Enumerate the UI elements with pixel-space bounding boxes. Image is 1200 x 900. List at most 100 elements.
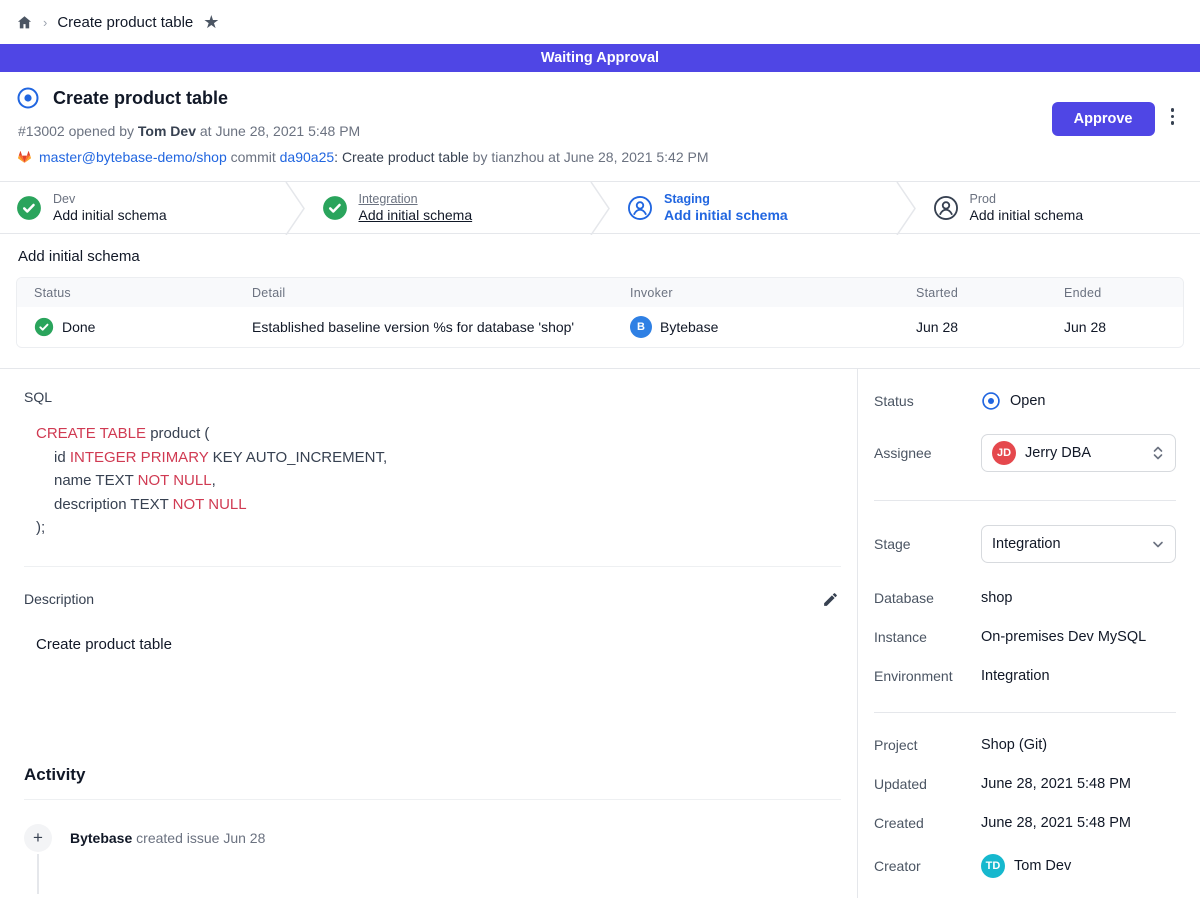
stage-label: Stage (874, 536, 981, 552)
sidebar-row-database: Database shop (874, 590, 1176, 606)
stage-separator (284, 182, 306, 235)
column-invoker: Invoker (613, 286, 899, 300)
issue-byline: #13002 opened by Tom Dev at June 28, 202… (18, 123, 709, 139)
project-label: Project (874, 737, 981, 753)
vcs-message: Create product table (342, 149, 469, 165)
stage-env-label: Prod (970, 192, 1084, 206)
avatar: JD (992, 441, 1016, 465)
vcs-repo-link[interactable]: master@bytebase-demo/shop (39, 149, 227, 165)
sidebar-row-environment: Environment Integration (874, 668, 1176, 684)
sidebar-row-assignee: Assignee JD Jerry DBA (874, 434, 1176, 472)
chevron-updown-icon (1151, 445, 1165, 461)
more-actions-icon[interactable] (1169, 102, 1177, 131)
sidebar-row-updated: Updated June 28, 2021 5:48 PM (874, 776, 1176, 792)
sql-code-block: CREATE TABLE product (id INTEGER PRIMARY… (36, 422, 841, 540)
person-circle-icon (933, 195, 959, 221)
database-value: shop (981, 590, 1012, 606)
check-circle-icon (34, 317, 54, 337)
task-started: Jun 28 (899, 319, 1047, 335)
column-ended: Ended (1047, 286, 1183, 300)
database-label: Database (874, 590, 981, 606)
stage-env-label[interactable]: Integration (359, 192, 473, 206)
issue-title: Create product table (53, 88, 228, 109)
instance-value: On-premises Dev MySQL (981, 629, 1146, 645)
status-label: Status (874, 393, 981, 409)
sidebar-row-creator: Creator TD Tom Dev (874, 854, 1176, 878)
star-icon[interactable]: ★ (203, 13, 219, 31)
activity-date: Jun 28 (223, 830, 265, 846)
activity-actor: Bytebase (70, 830, 132, 846)
stage-task-label: Add initial schema (664, 207, 788, 223)
vcs-commit-line: master@bytebase-demo/shop commit da90a25… (16, 148, 709, 165)
edit-pencil-icon[interactable] (820, 589, 841, 610)
issue-main-panel: SQL CREATE TABLE product (id INTEGER PRI… (0, 369, 857, 898)
updated-value: June 28, 2021 5:48 PM (981, 776, 1131, 792)
stage-dev[interactable]: DevAdd initial schema (0, 182, 284, 233)
plus-icon: + (24, 824, 52, 852)
stage-staging[interactable]: StagingAdd initial schema (611, 182, 895, 233)
stage-integration[interactable]: IntegrationAdd initial schema (306, 182, 590, 233)
home-icon[interactable] (16, 14, 33, 31)
column-started: Started (899, 286, 1047, 300)
chevron-right-icon: › (43, 15, 47, 30)
status-value: Open (1010, 393, 1045, 409)
created-label: Created (874, 815, 981, 831)
task-ended: Jun 28 (1047, 319, 1183, 335)
task-detail: Established baseline version %s for data… (235, 319, 613, 335)
updated-label: Updated (874, 776, 981, 792)
vcs-colon: : (334, 149, 342, 165)
divider (874, 712, 1176, 713)
pipeline-stage-bar: DevAdd initial schema IntegrationAdd ini… (0, 181, 1200, 234)
column-detail: Detail (235, 286, 613, 300)
column-status: Status (17, 286, 235, 300)
vcs-commit-text: master@bytebase-demo/shop commit da90a25… (39, 149, 709, 165)
stage-prod[interactable]: ProdAdd initial schema (917, 182, 1200, 233)
creator-label: Creator (874, 858, 981, 874)
activity-action: created issue (132, 830, 223, 846)
stage-task-label: Add initial schema (970, 207, 1084, 223)
task-section: Add initial schema Status Detail Invoker… (0, 234, 1200, 368)
vcs-commit-label: commit (227, 149, 280, 165)
vcs-hash-link[interactable]: da90a25 (280, 149, 335, 165)
approval-banner-text: Waiting Approval (541, 50, 659, 66)
stage-value: Integration (992, 536, 1142, 552)
task-invoker: Bytebase (660, 319, 718, 335)
byline-author: Tom Dev (138, 123, 196, 139)
activity-heading: Activity (24, 765, 841, 785)
stage-separator (895, 182, 917, 235)
sidebar-row-status: Status Open (874, 391, 1176, 411)
stage-env-label: Staging (664, 192, 788, 206)
assignee-value: Jerry DBA (1025, 445, 1142, 461)
sidebar-row-created: Created June 28, 2021 5:48 PM (874, 815, 1176, 831)
stage-select[interactable]: Integration (981, 525, 1176, 563)
stage-task-label: Add initial schema (53, 207, 167, 223)
task-table-header: Status Detail Invoker Started Ended (17, 278, 1183, 307)
avatar: TD (981, 854, 1005, 878)
stage-env-label: Dev (53, 192, 167, 206)
assignee-select[interactable]: JD Jerry DBA (981, 434, 1176, 472)
environment-value: Integration (981, 668, 1050, 684)
sidebar-row-stage: Stage Integration (874, 525, 1176, 563)
breadcrumb-title[interactable]: Create product table (57, 14, 193, 31)
check-circle-icon (322, 195, 348, 221)
divider (24, 799, 841, 800)
task-table: Status Detail Invoker Started Ended Done… (16, 277, 1184, 348)
approve-button[interactable]: Approve (1052, 102, 1155, 136)
chevron-down-icon (1151, 537, 1165, 551)
assignee-label: Assignee (874, 445, 981, 461)
stage-task-label[interactable]: Add initial schema (359, 207, 473, 223)
task-heading: Add initial schema (16, 248, 1184, 265)
byline-prefix: #13002 opened by (18, 123, 138, 139)
creator-value: Tom Dev (1014, 858, 1071, 874)
description-text: Create product table (36, 636, 841, 653)
issue-header: Create product table #13002 opened by To… (0, 72, 1200, 181)
issue-open-icon (16, 86, 40, 110)
check-circle-icon (16, 195, 42, 221)
environment-label: Environment (874, 668, 981, 684)
divider (874, 500, 1176, 501)
timeline-line (37, 854, 39, 894)
vcs-suffix: by tianzhou at June 28, 2021 5:42 PM (469, 149, 709, 165)
task-row[interactable]: Done Established baseline version %s for… (17, 307, 1183, 347)
activity-item: + Bytebase created issue Jun 28 (24, 824, 841, 852)
issue-sidebar: Status Open Assignee JD Jerry DBA Stage (857, 369, 1200, 898)
